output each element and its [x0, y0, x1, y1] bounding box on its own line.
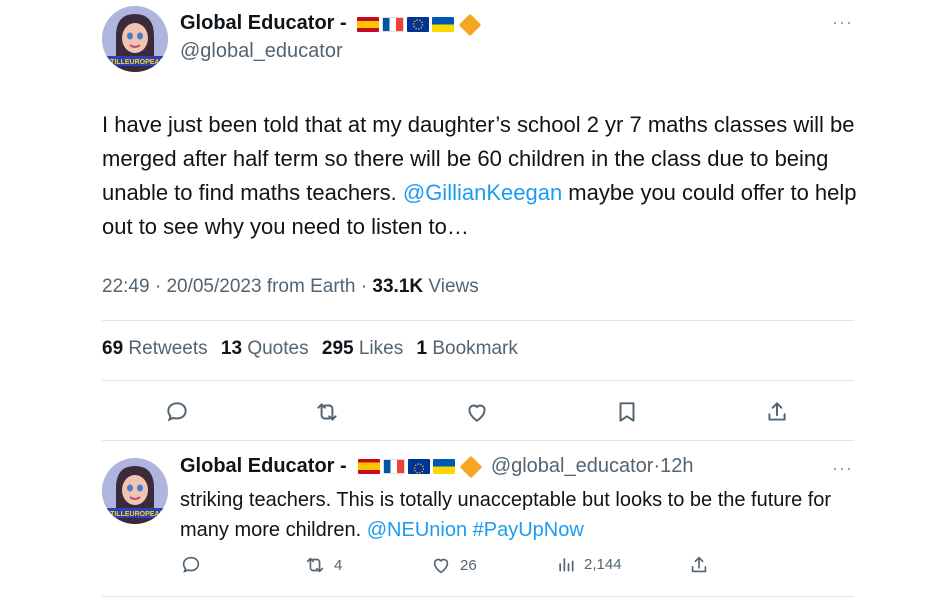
- likes-label: Likes: [358, 338, 404, 359]
- france-flag-icon: [383, 459, 406, 475]
- views-count: 33.1K: [372, 276, 424, 297]
- reply-icon[interactable]: [163, 398, 191, 426]
- spain-flag-icon: [357, 17, 380, 33]
- quotes-stat[interactable]: 13 Quotes: [221, 338, 309, 359]
- reply-mention-link[interactable]: @NEUnion: [367, 519, 467, 541]
- reply-share-button[interactable]: [688, 554, 710, 576]
- reply-text: striking teachers. This is totally unacc…: [180, 485, 870, 545]
- reply-like-count: 26: [460, 556, 477, 574]
- retweet-icon: [306, 557, 324, 573]
- meta-separator: ·: [154, 276, 162, 297]
- like-icon[interactable]: [463, 398, 491, 426]
- bookmark-icon[interactable]: [613, 398, 641, 426]
- share-icon: [691, 556, 707, 573]
- ukraine-flag-icon: [432, 17, 455, 33]
- reply-retweet-button[interactable]: 4: [304, 554, 342, 576]
- reply-views-button[interactable]: 2,144: [556, 554, 622, 574]
- retweets-count: 69: [102, 338, 124, 359]
- views-icon: [559, 558, 574, 572]
- share-icon[interactable]: [763, 398, 791, 426]
- bookmarks-count: 1: [416, 338, 428, 359]
- eu-flag-icon: [408, 459, 431, 475]
- tweet-date[interactable]: 20/05/2023: [166, 276, 261, 297]
- name-emoji-flags: [358, 455, 483, 479]
- tweet-source: from Earth: [266, 276, 356, 297]
- divider: [102, 596, 854, 597]
- eu-flag-icon: [407, 17, 430, 33]
- tweet-time[interactable]: 22:49: [102, 276, 150, 297]
- retweet-icon[interactable]: [313, 398, 341, 426]
- hashtag-link[interactable]: #PayUpNow: [473, 519, 584, 541]
- reply-reply-button[interactable]: [180, 554, 202, 576]
- tweet-text: I have just been told that at my daughte…: [102, 108, 872, 244]
- like-icon: [433, 558, 449, 574]
- spain-flag-icon: [358, 459, 381, 475]
- bookmarks-stat[interactable]: 1 Bookmark: [417, 338, 518, 359]
- avatar[interactable]: STILLEUROPEAN: [102, 6, 168, 72]
- quotes-count: 13: [220, 338, 243, 359]
- divider: [102, 320, 854, 321]
- avatar-badge-text: STILLEUROPEAN: [105, 511, 164, 518]
- quotes-label: Quotes: [247, 338, 309, 359]
- author-name[interactable]: Global Educator -: [180, 12, 347, 34]
- mention-link[interactable]: @GillianKeegan: [403, 180, 562, 205]
- reply-avatar[interactable]: STILLEUROPEAN: [102, 458, 168, 524]
- divider: [102, 440, 854, 441]
- reply-like-button[interactable]: 26: [430, 554, 477, 576]
- bookmarks-label: Bookmark: [432, 338, 518, 359]
- meta-separator: ·: [360, 276, 368, 297]
- reply-handle[interactable]: @global_educator: [491, 455, 654, 477]
- name-emoji-flags: [357, 13, 482, 37]
- orange-diamond-icon: [459, 455, 483, 479]
- views-label: Views: [428, 276, 479, 297]
- ukraine-flag-icon: [433, 459, 456, 475]
- likes-count: 295: [321, 338, 354, 359]
- divider: [102, 380, 854, 381]
- france-flag-icon: [382, 17, 405, 33]
- retweets-stat[interactable]: 69 Retweets: [102, 338, 208, 359]
- orange-diamond-icon: [458, 13, 482, 37]
- more-options-icon[interactable]: ···: [832, 12, 853, 33]
- reply-more-options-icon[interactable]: ···: [832, 458, 853, 479]
- reply-age[interactable]: 12h: [660, 455, 693, 477]
- engagement-stats: 69 Retweets 13 Quotes 295 Likes 1 Bookma…: [102, 338, 526, 360]
- avatar-badge-text: STILLEUROPEAN: [105, 59, 164, 66]
- tweet-meta: 22:49 · 20/05/2023 from Earth · 33.1K Vi…: [102, 276, 479, 298]
- author-handle[interactable]: @global_educator: [180, 40, 343, 63]
- reply-retweet-count: 4: [334, 556, 343, 574]
- reply-views-count: 2,144: [584, 555, 622, 573]
- likes-stat[interactable]: 295 Likes: [322, 338, 403, 359]
- retweets-label: Retweets: [128, 338, 208, 359]
- reply-author-name[interactable]: Global Educator -: [180, 455, 347, 477]
- reply-header: Global Educator - @global_educator·12h: [180, 455, 694, 479]
- reply-icon: [182, 556, 200, 573]
